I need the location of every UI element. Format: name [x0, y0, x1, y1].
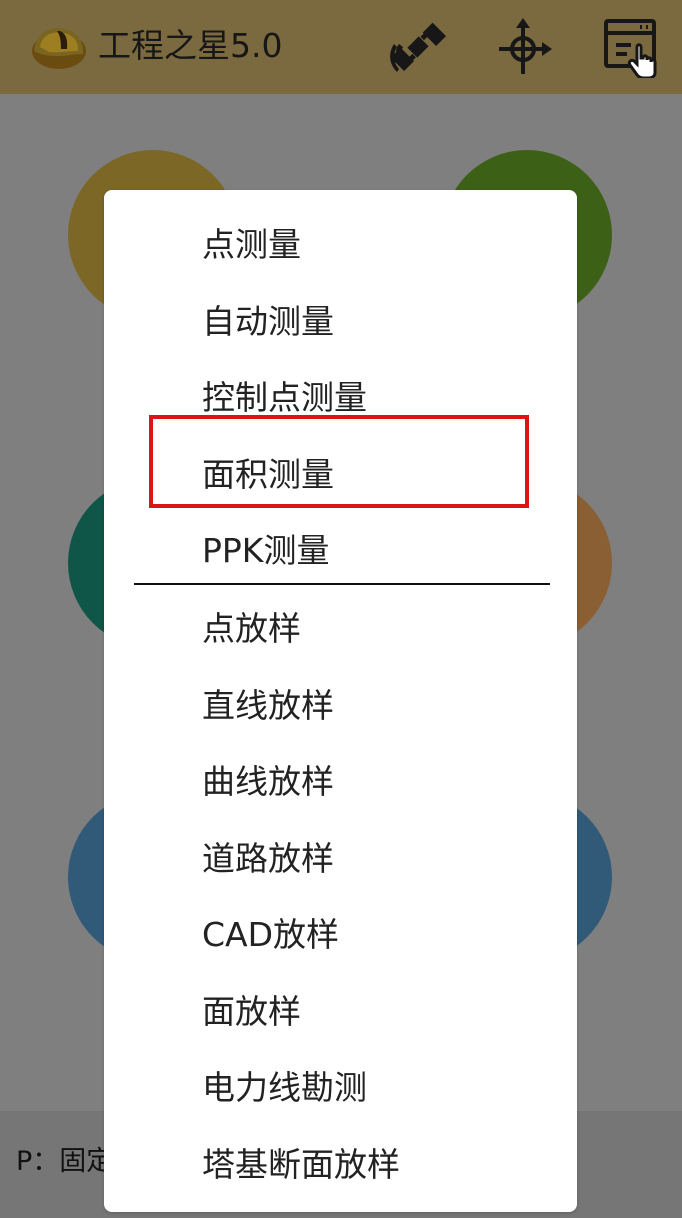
- menu-item-cad-stakeout[interactable]: CAD放样: [104, 894, 577, 970]
- menu-item-power-line-survey[interactable]: 电力线勘测: [104, 1047, 577, 1123]
- menu-item-control-point-survey[interactable]: 控制点测量: [104, 357, 577, 433]
- menu-item-label: 自动测量: [202, 302, 334, 341]
- fix-status-text: P：固定: [16, 1146, 114, 1177]
- menu-divider: [134, 583, 550, 585]
- app-title: 工程之星5.0: [98, 26, 283, 65]
- menu-item-label: 面积测量: [202, 455, 334, 494]
- helmet-logo-icon: [32, 28, 86, 69]
- menu-item-point-survey[interactable]: 点测量: [104, 204, 577, 280]
- menu-item-label: 直线放样: [202, 686, 334, 725]
- menu-item-curve-stakeout[interactable]: 曲线放样: [104, 741, 577, 817]
- menu-item-line-stakeout[interactable]: 直线放样: [104, 665, 577, 741]
- menu-item-label: CAD放样: [202, 915, 340, 954]
- crosshair-icon[interactable]: [492, 16, 554, 78]
- menu-item-tower-foundation-stakeout[interactable]: 塔基断面放样: [104, 1124, 577, 1200]
- window-pointer-icon[interactable]: [600, 16, 662, 78]
- survey-menu: 点测量 自动测量 控制点测量 面积测量 PPK测量 点放样 直线放样 曲线放样 …: [104, 190, 577, 1212]
- menu-item-road-stakeout[interactable]: 道路放样: [104, 818, 577, 894]
- menu-item-auto-survey[interactable]: 自动测量: [104, 281, 577, 357]
- menu-item-label: 控制点测量: [202, 378, 367, 417]
- satellite-icon[interactable]: [387, 16, 449, 78]
- menu-item-label: 塔基断面放样: [202, 1145, 400, 1184]
- menu-item-label: 点放样: [202, 609, 301, 648]
- menu-item-surface-stakeout[interactable]: 面放样: [104, 971, 577, 1047]
- menu-item-area-survey[interactable]: 面积测量: [104, 434, 577, 510]
- menu-item-label: 曲线放样: [202, 762, 334, 801]
- menu-item-point-stakeout[interactable]: 点放样: [104, 588, 577, 664]
- menu-item-label: 电力线勘测: [202, 1068, 367, 1107]
- menu-item-label: PPK测量: [202, 531, 330, 570]
- menu-item-ppk-survey[interactable]: PPK测量: [104, 510, 577, 586]
- app-bar: 工程之星5.0: [0, 0, 682, 94]
- menu-item-label: 面放样: [202, 992, 301, 1031]
- menu-item-label: 点测量: [202, 225, 301, 264]
- menu-item-label: 道路放样: [202, 839, 334, 878]
